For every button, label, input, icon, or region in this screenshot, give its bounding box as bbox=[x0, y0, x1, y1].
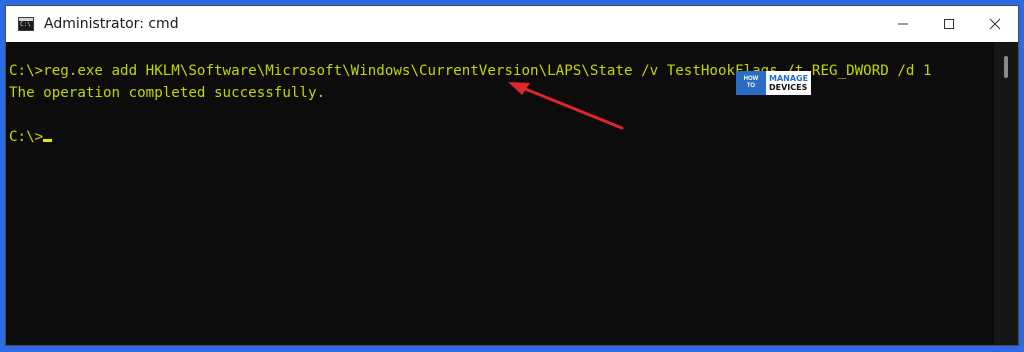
vertical-scrollbar[interactable] bbox=[994, 42, 1018, 345]
annotation-arrow-icon bbox=[508, 82, 624, 130]
watermark-logo-mark: HOW TO bbox=[736, 71, 766, 95]
maximize-icon bbox=[944, 19, 954, 29]
watermark-manage: MANAGE bbox=[769, 74, 809, 83]
watermark-logo: HOW TO MANAGE DEVICES bbox=[736, 71, 812, 95]
watermark-devices: DEVICES bbox=[769, 83, 808, 92]
text-cursor bbox=[43, 139, 53, 142]
close-button[interactable] bbox=[972, 6, 1018, 42]
prompt-text: C:\> bbox=[9, 129, 44, 145]
minimize-button[interactable] bbox=[880, 6, 926, 42]
close-icon bbox=[989, 18, 1001, 30]
scrollbar-thumb[interactable] bbox=[1004, 56, 1008, 78]
watermark-how: HOW bbox=[743, 76, 759, 82]
cmd-icon bbox=[18, 17, 34, 31]
minimize-icon bbox=[898, 23, 908, 25]
watermark-to: TO bbox=[746, 83, 756, 89]
watermark-logo-text: MANAGE DEVICES bbox=[766, 71, 812, 95]
window-title: Administrator: cmd bbox=[44, 16, 179, 32]
title-bar[interactable]: Administrator: cmd bbox=[6, 6, 1018, 42]
cmd-window: Administrator: cmd C:\>reg.exe add HKLM\… bbox=[5, 5, 1019, 346]
maximize-button[interactable] bbox=[926, 6, 972, 42]
window-controls bbox=[880, 6, 1018, 42]
